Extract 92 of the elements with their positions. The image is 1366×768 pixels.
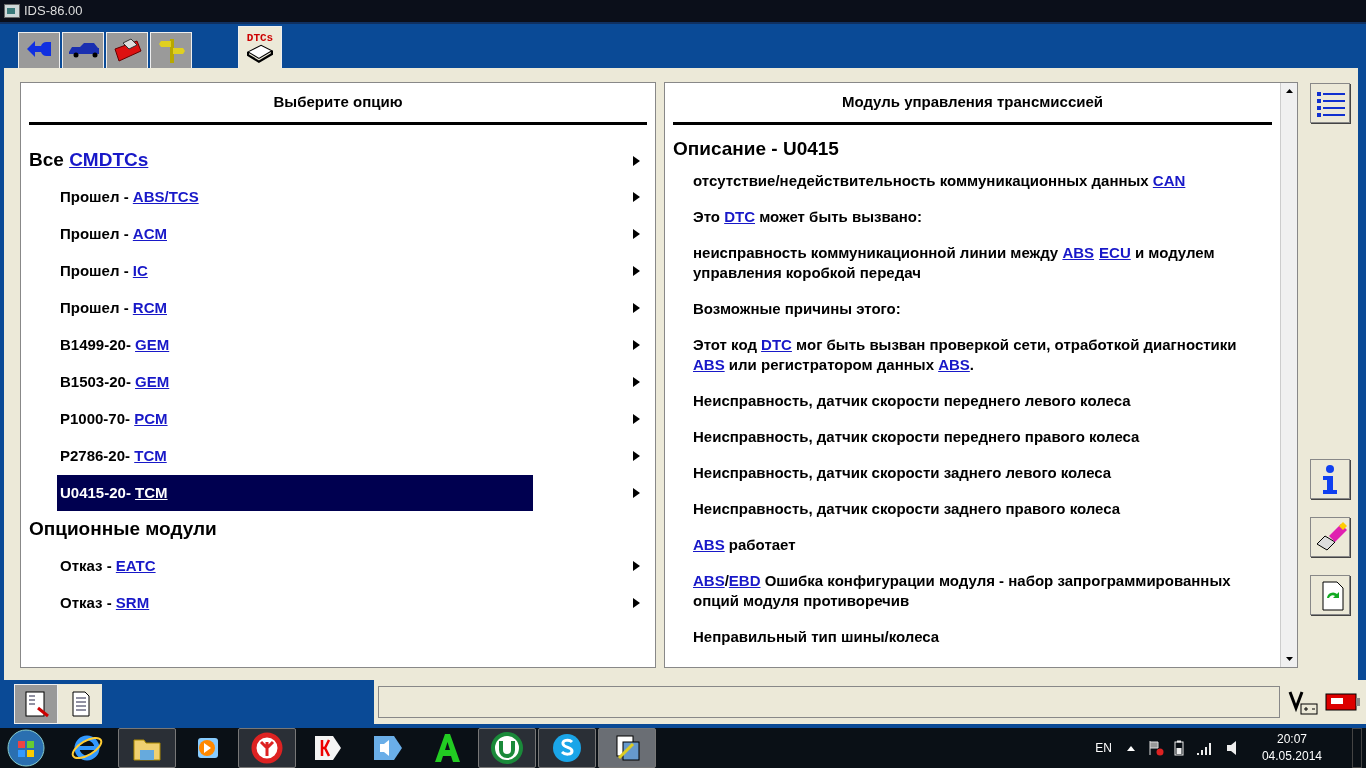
abbreviation-link[interactable]: ABS — [1062, 244, 1095, 261]
expand-arrow-icon[interactable] — [632, 597, 641, 609]
option-item[interactable]: B1503-20- GEM — [57, 364, 533, 400]
description-paragraph: Неисправность, датчик скорости переднего правого колеса — [693, 427, 1141, 447]
description-paragraph: Неправильный тип шины/колеса — [693, 627, 941, 647]
option-item[interactable]: Прошел - ABS/TCS — [57, 179, 533, 215]
expand-arrow-icon[interactable] — [632, 339, 641, 351]
side-button[interactable] — [1310, 575, 1350, 615]
taskbar-app[interactable] — [478, 728, 536, 768]
expand-arrow-icon[interactable] — [632, 413, 641, 425]
description-paragraph: Возможные причины этого: — [693, 299, 902, 319]
description-paragraph: ABS/EBD Ошибка конфигурации модуля - набор запрограммированных опций модуля противоречив — [693, 571, 1232, 611]
abbreviation-link[interactable]: ABS — [693, 356, 725, 373]
bottom-tab[interactable] — [14, 684, 58, 724]
info-icon — [1323, 464, 1337, 494]
option-item[interactable]: Отказ - EATC — [57, 548, 533, 584]
expand-arrow-icon[interactable] — [632, 302, 641, 314]
option-item[interactable]: P2786-20- TCM — [57, 438, 533, 474]
abbreviation-link[interactable]: RCM — [132, 296, 167, 320]
window-title: IDS-86.00 — [24, 2, 83, 21]
toolbar-tab[interactable] — [18, 32, 60, 68]
abbreviation-link[interactable]: CMDTCs — [69, 149, 149, 171]
description-paragraph: Это DTC может быть вызвано: — [693, 207, 923, 227]
taskbar-app[interactable] — [238, 728, 296, 768]
expand-arrow-icon[interactable] — [632, 560, 641, 572]
abbreviation-link[interactable]: ABS — [938, 356, 970, 373]
group-heading[interactable]: Все CMDTCs — [29, 146, 149, 175]
group-heading: Опционные модули — [29, 517, 217, 542]
option-item[interactable]: B1499-20- GEM — [57, 327, 533, 363]
expand-arrow-icon[interactable] — [632, 154, 641, 167]
start-button[interactable] — [6, 728, 46, 768]
book-icon — [247, 44, 273, 63]
abbreviation-link[interactable]: TCM — [135, 481, 168, 505]
expand-arrow-icon[interactable] — [632, 487, 641, 499]
torrent-icon — [489, 730, 525, 766]
description-paragraph: Неисправность, датчик скорости заднего правого колеса — [693, 499, 1122, 519]
abbreviation-link[interactable]: ABS/TCS — [132, 185, 199, 209]
description-paragraph: Этот код DTC мог быть вызван проверкой сети, отработкой диагностики ABS или регистратором данных ABS. — [693, 335, 1238, 375]
abbreviation-link[interactable]: ABS — [693, 572, 725, 589]
option-item[interactable]: U0415-20- TCM — [57, 475, 533, 511]
abbreviation-link[interactable]: PCM — [134, 407, 168, 431]
abbreviation-link[interactable]: ABS — [693, 536, 725, 553]
taskbar-app[interactable] — [598, 728, 656, 768]
description-paragraph: Неисправность, датчик скорости переднего левого колеса — [693, 391, 1132, 411]
option-item[interactable]: Прошел - IC — [57, 253, 533, 289]
clock[interactable]: 20:07 04.05.2014 — [1261, 731, 1322, 765]
side-button[interactable] — [1310, 517, 1350, 557]
abbreviation-link[interactable]: DTC — [724, 208, 755, 225]
speaker-icon[interactable] — [1225, 740, 1238, 756]
app-icon — [4, 4, 20, 18]
abbreviation-link[interactable]: IC — [132, 259, 148, 283]
bottom-tab[interactable] — [58, 684, 102, 724]
flag-icon[interactable] — [1147, 740, 1164, 756]
description-paragraph: Неисправность, датчик скорости заднего левого колеса — [693, 463, 1113, 483]
abbreviation-link[interactable]: EATC — [115, 554, 156, 578]
panel-title: Модуль управления трансмиссией — [673, 83, 1272, 125]
taskbar-app[interactable] — [118, 728, 176, 768]
abbreviation-link[interactable]: DTC — [761, 336, 792, 353]
panel-title: Выберите опцию — [29, 83, 647, 125]
language-indicator[interactable]: EN — [1095, 739, 1112, 757]
option-item[interactable]: Прошел - RCM — [57, 290, 533, 326]
option-item[interactable]: Отказ - SRM — [57, 585, 533, 621]
expand-arrow-icon[interactable] — [632, 228, 641, 240]
description-paragraph: отсутствие/недействительность коммуникационных данных CAN — [693, 171, 1187, 191]
expand-arrow-icon[interactable] — [632, 265, 641, 277]
description-heading: Описание - U0415 — [673, 136, 840, 161]
abbreviation-link[interactable]: ACM — [132, 222, 167, 246]
toolbar-tab[interactable] — [106, 32, 148, 68]
expand-arrow-icon[interactable] — [632, 376, 641, 388]
signal-icon[interactable] — [1195, 741, 1212, 755]
scrollbar[interactable] — [1280, 83, 1297, 667]
abbreviation-link[interactable]: GEM — [135, 333, 170, 357]
abbreviation-link[interactable]: SRM — [115, 591, 150, 615]
description-paragraph: неисправность коммуникационной линии между ABS ECU и модулем управления коробкой передач — [693, 243, 1216, 283]
expand-arrow-icon[interactable] — [632, 191, 641, 203]
toolbar-tab[interactable]: DTCs — [238, 26, 282, 68]
globe-icon — [249, 730, 285, 766]
abbreviation-link[interactable]: TCM — [134, 444, 167, 468]
abbreviation-link[interactable]: EBD — [728, 572, 761, 589]
expand-arrow-icon[interactable] — [632, 450, 641, 462]
description-paragraph: ABS работает — [693, 535, 797, 555]
show-hidden-icons-icon[interactable] — [1125, 744, 1136, 752]
abbreviation-link[interactable]: ECU — [1099, 244, 1131, 261]
toolbar-tab[interactable] — [62, 32, 104, 68]
battery-icon[interactable] — [1173, 740, 1184, 756]
side-button[interactable] — [1310, 83, 1350, 123]
option-item[interactable]: P1000-70- PCM — [57, 401, 533, 437]
abbreviation-link[interactable]: GEM — [135, 370, 170, 394]
side-button[interactable] — [1310, 459, 1350, 499]
taskbar-app[interactable] — [538, 728, 596, 768]
abbreviation-link[interactable]: CAN — [1152, 172, 1186, 189]
option-item[interactable]: Прошел - ACM — [57, 216, 533, 252]
